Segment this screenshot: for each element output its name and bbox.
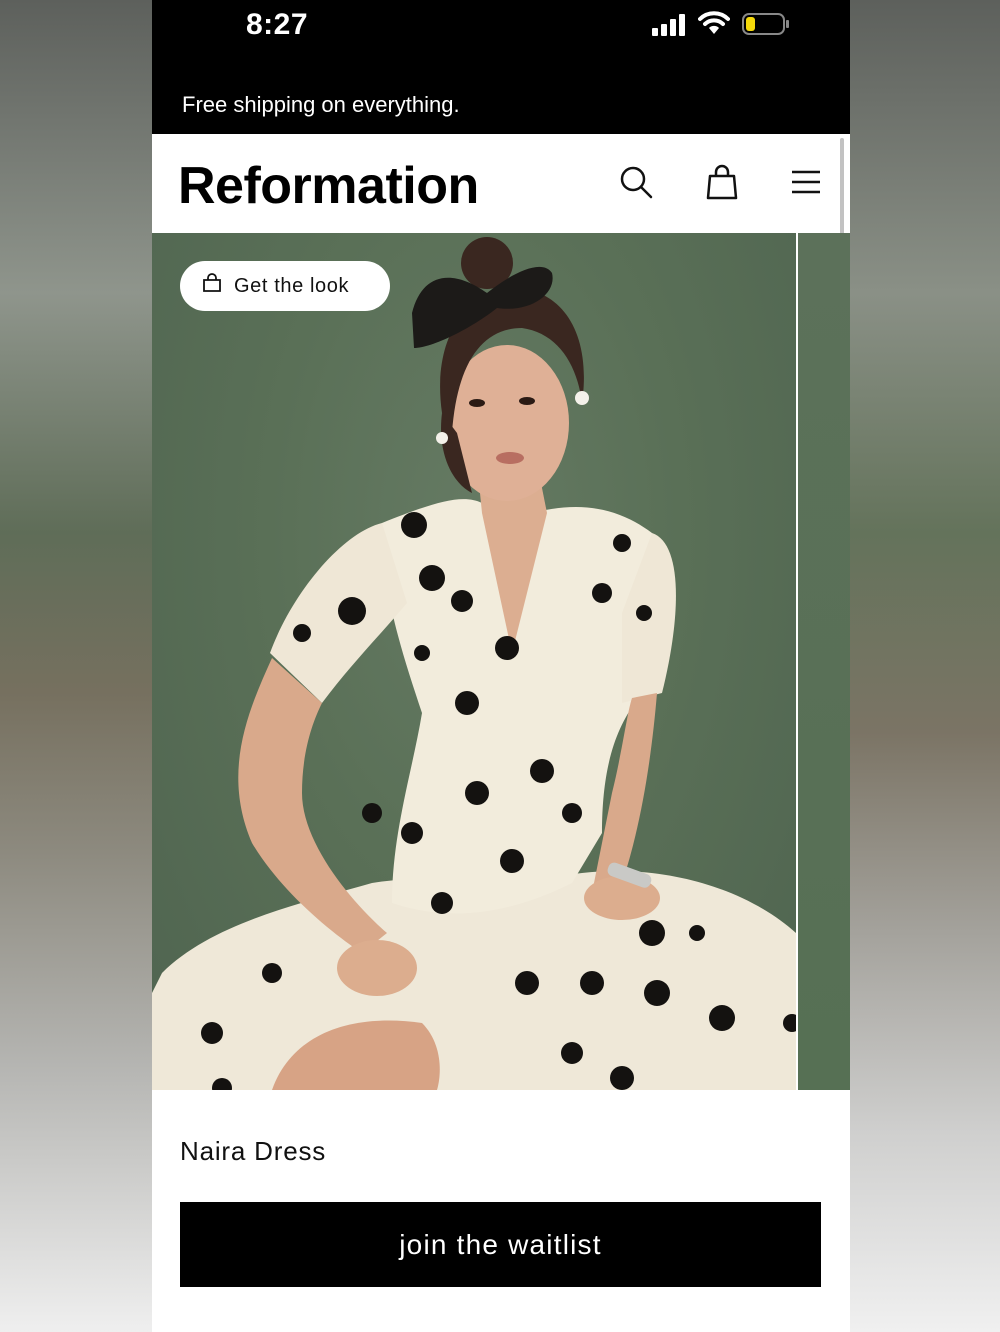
model-in-polka-dot-dress	[152, 237, 796, 1090]
join-waitlist-button[interactable]: join the waitlist	[180, 1202, 821, 1287]
product-hero-image[interactable]: Get the look	[152, 233, 796, 1090]
signal-bars-icon	[652, 14, 688, 36]
blurred-background-right	[850, 0, 1000, 1332]
phone-screen: 8:27 Free shipping on everything. Reform…	[152, 0, 850, 1332]
blurred-background-left	[0, 0, 152, 1332]
get-the-look-label: Get the look	[234, 274, 350, 297]
brand-logo[interactable]: Reformation	[178, 156, 479, 216]
search-icon[interactable]	[616, 162, 656, 202]
product-name[interactable]: Naira Dress	[180, 1136, 326, 1167]
shopping-bag-icon	[202, 273, 222, 299]
status-time: 8:27	[246, 8, 309, 41]
site-header: Reformation	[152, 134, 850, 234]
status-bar: 8:27 Free shipping on everything.	[152, 0, 850, 134]
promo-banner-text[interactable]: Free shipping on everything.	[182, 92, 460, 118]
battery-low-icon	[742, 12, 790, 36]
next-carousel-slide[interactable]	[798, 233, 850, 1090]
hamburger-menu-icon[interactable]	[786, 162, 826, 202]
shopping-bag-icon[interactable]	[702, 162, 742, 202]
wifi-icon	[698, 10, 730, 36]
get-the-look-button[interactable]: Get the look	[180, 261, 390, 311]
